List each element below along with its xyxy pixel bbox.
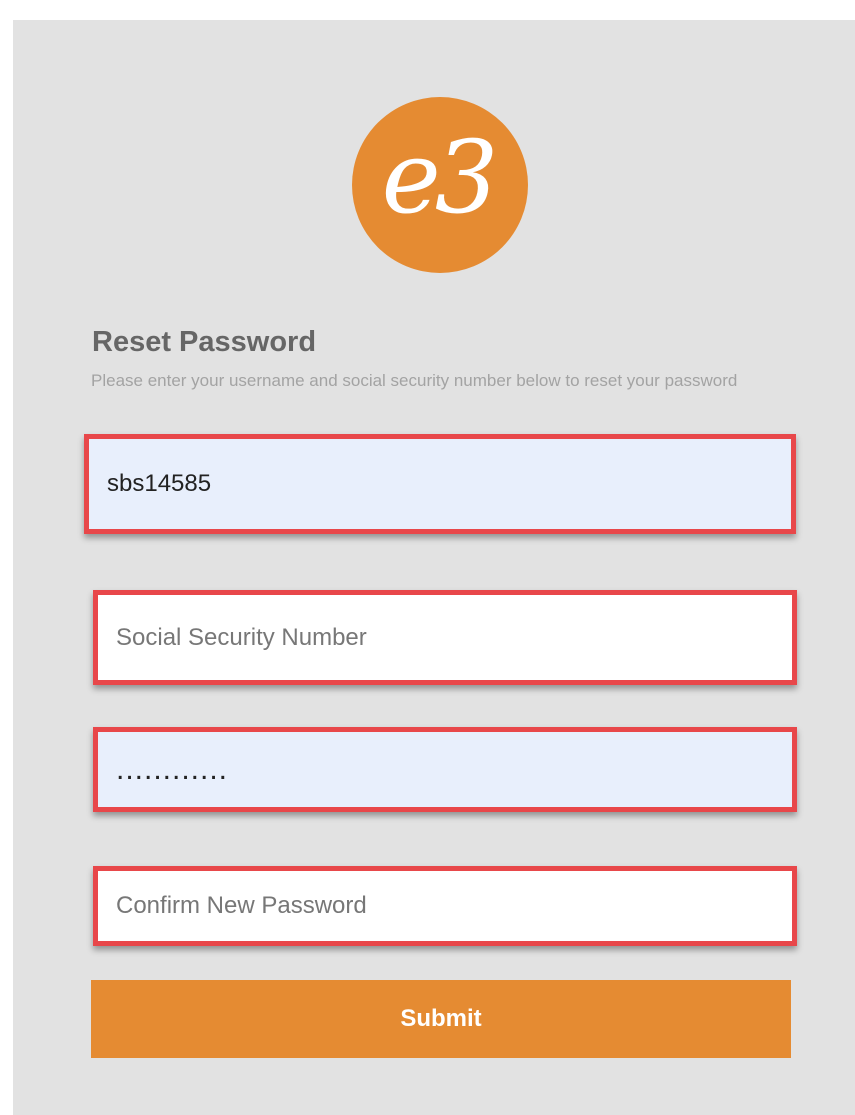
submit-button[interactable]: Submit xyxy=(91,980,791,1058)
ssn-field-box xyxy=(93,590,797,685)
new-password-field-box xyxy=(93,727,797,812)
username-field-box xyxy=(84,434,796,534)
confirm-password-field-box xyxy=(93,866,797,946)
logo-text: e3 xyxy=(381,119,499,236)
instructions-text: Please enter your username and social se… xyxy=(91,371,738,390)
e3-logo: e3 xyxy=(352,97,528,273)
new-password-input[interactable] xyxy=(98,732,792,807)
username-input[interactable] xyxy=(89,439,791,529)
confirm-password-input[interactable] xyxy=(98,871,792,941)
ssn-input[interactable] xyxy=(98,595,792,680)
page-title: Reset Password xyxy=(92,326,317,358)
